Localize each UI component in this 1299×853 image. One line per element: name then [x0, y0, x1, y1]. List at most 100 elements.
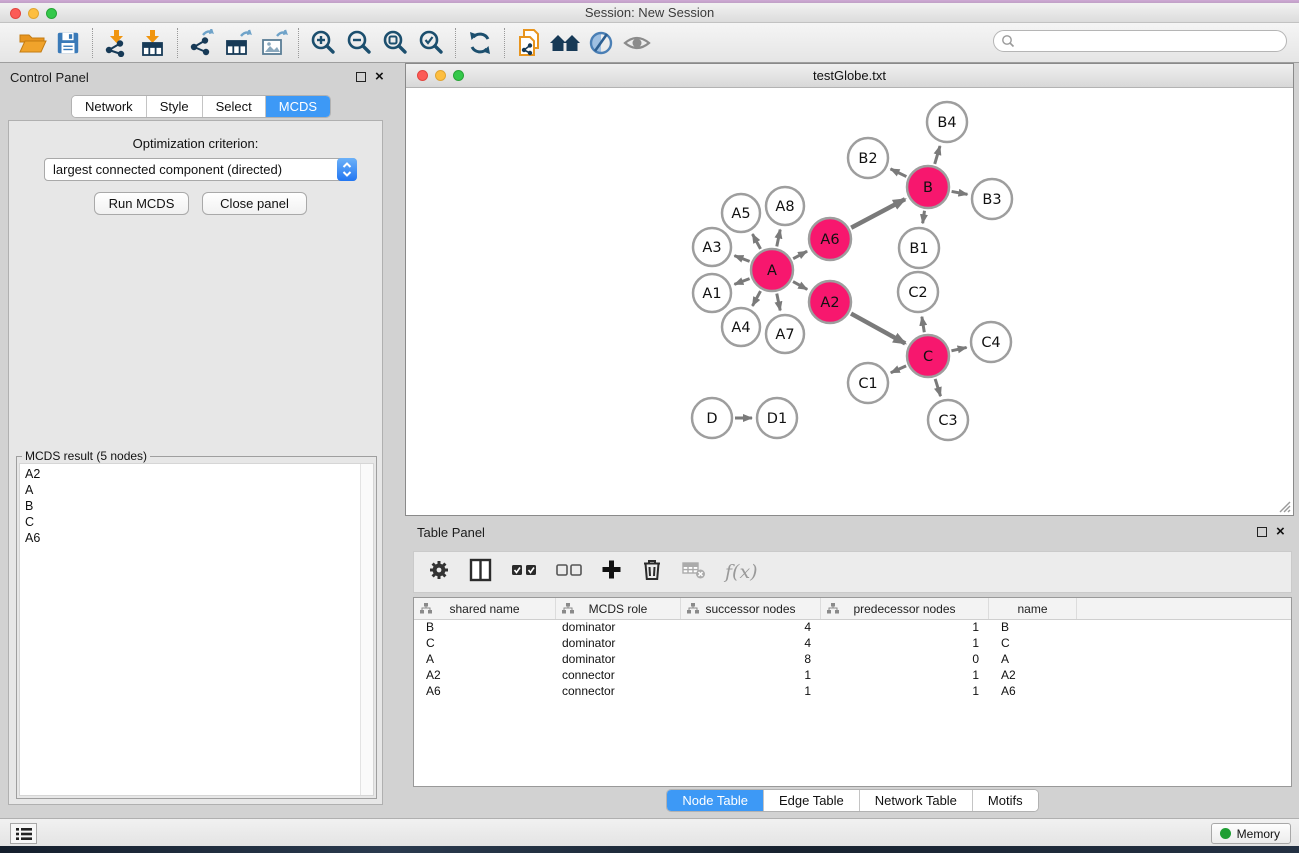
- network-maximize-button[interactable]: [453, 70, 464, 81]
- mcds-tab-content: Optimization criterion: largest connecte…: [8, 120, 383, 805]
- import-table-icon[interactable]: [135, 27, 171, 59]
- graph-edge-C-C4[interactable]: [951, 347, 966, 350]
- graph-edge-B-B2[interactable]: [891, 169, 907, 177]
- delete-table-icon[interactable]: [682, 560, 706, 585]
- graph-node-label-B: B: [923, 180, 933, 196]
- export-network-icon[interactable]: [184, 27, 220, 59]
- graph-edge-B-B4[interactable]: [935, 146, 940, 164]
- network-window-titlebar[interactable]: testGlobe.txt: [406, 64, 1293, 88]
- network-graph-canvas[interactable]: B4B2BB3A8A5A6A3B1AC2A1A2A4A7C4CC1C3DD1: [406, 88, 1293, 515]
- zoom-out-icon[interactable]: [341, 27, 377, 59]
- maximize-window-button[interactable]: [46, 8, 57, 19]
- criterion-dropdown[interactable]: largest connected component (directed): [44, 158, 357, 181]
- graph-node-label-A6: A6: [820, 232, 839, 248]
- toolbar-separator: [504, 28, 505, 58]
- graph-edge-C-C1[interactable]: [891, 366, 906, 373]
- duplicate-network-icon[interactable]: [511, 27, 547, 59]
- tab-edge-table[interactable]: Edge Table: [764, 790, 860, 811]
- table-tabs: Node Table Edge Table Network Table Moti…: [666, 789, 1038, 812]
- save-session-icon[interactable]: [50, 27, 86, 59]
- column-visibility-icon[interactable]: [469, 558, 492, 587]
- graph-node-label-A2: A2: [820, 295, 839, 311]
- network-minimize-button[interactable]: [435, 70, 446, 81]
- toggle-visibility-icon[interactable]: [583, 27, 619, 59]
- graph-edge-A-A5[interactable]: [752, 234, 760, 249]
- float-table-panel-icon[interactable]: [1257, 527, 1267, 537]
- result-item[interactable]: A: [20, 482, 359, 498]
- graph-edge-A6-B[interactable]: [851, 199, 905, 228]
- zoom-selected-icon[interactable]: [413, 27, 449, 59]
- toolbar-separator: [177, 28, 178, 58]
- home-icon[interactable]: [547, 27, 583, 59]
- result-item[interactable]: B: [20, 498, 359, 514]
- refresh-layout-icon[interactable]: [462, 27, 498, 59]
- tab-node-table[interactable]: Node Table: [667, 790, 764, 811]
- minimize-window-button[interactable]: [28, 8, 39, 19]
- graph-node-label-B3: B3: [982, 192, 1001, 208]
- column-header-mcds-role[interactable]: MCDS role: [556, 598, 681, 619]
- main-toolbar: [0, 23, 1299, 63]
- column-header-predecessor-nodes[interactable]: predecessor nodes: [821, 598, 989, 619]
- window-resize-grip[interactable]: [1277, 499, 1291, 513]
- run-mcds-button[interactable]: Run MCDS: [94, 192, 189, 215]
- close-table-panel-icon[interactable]: ×: [1276, 527, 1285, 537]
- tab-select[interactable]: Select: [203, 96, 266, 117]
- result-item[interactable]: C: [20, 514, 359, 530]
- graph-edge-A-A2[interactable]: [793, 282, 807, 290]
- deselect-all-icon[interactable]: [556, 563, 582, 581]
- table-row[interactable]: B dominator 4 1 B: [414, 620, 1291, 636]
- task-history-button[interactable]: [10, 823, 37, 844]
- table-row[interactable]: A6 connector 1 1 A6: [414, 684, 1291, 700]
- close-panel-icon[interactable]: ×: [375, 72, 384, 82]
- table-panel-title: Table Panel: [417, 525, 485, 540]
- tab-network-table[interactable]: Network Table: [860, 790, 973, 811]
- export-table-icon[interactable]: [220, 27, 256, 59]
- graph-node-label-A8: A8: [775, 199, 794, 215]
- table-row[interactable]: C dominator 4 1 C: [414, 636, 1291, 652]
- graph-edge-A-A8[interactable]: [777, 230, 780, 247]
- search-field: [993, 30, 1287, 52]
- select-all-icon[interactable]: [511, 563, 537, 581]
- tab-mcds[interactable]: MCDS: [266, 96, 330, 117]
- export-image-icon[interactable]: [256, 27, 292, 59]
- graph-edge-A-A3[interactable]: [734, 256, 749, 262]
- result-item[interactable]: A6: [20, 530, 359, 546]
- graph-edge-A-A1[interactable]: [734, 279, 749, 285]
- result-scrollbar[interactable]: [360, 464, 373, 795]
- table-row[interactable]: A dominator 8 0 A: [414, 652, 1291, 668]
- column-header-successor-nodes[interactable]: successor nodes: [681, 598, 821, 619]
- memory-status-icon: [1220, 828, 1231, 839]
- zoom-fit-icon[interactable]: [377, 27, 413, 59]
- zoom-in-icon[interactable]: [305, 27, 341, 59]
- graph-edge-B-B3[interactable]: [952, 191, 968, 194]
- open-file-icon[interactable]: [14, 27, 50, 59]
- memory-button[interactable]: Memory: [1211, 823, 1291, 844]
- graph-edge-A-A6[interactable]: [793, 251, 807, 258]
- graph-edge-A-A4[interactable]: [752, 291, 760, 306]
- network-close-button[interactable]: [417, 70, 428, 81]
- float-panel-icon[interactable]: [356, 72, 366, 82]
- add-column-icon[interactable]: [601, 559, 622, 585]
- column-header-name[interactable]: name: [989, 598, 1077, 619]
- function-builder-icon[interactable]: f(x): [725, 561, 758, 583]
- tab-motifs[interactable]: Motifs: [973, 790, 1038, 811]
- tab-network[interactable]: Network: [72, 96, 147, 117]
- graph-edge-B-B1[interactable]: [923, 211, 925, 224]
- table-row[interactable]: A2 connector 1 1 A2: [414, 668, 1291, 684]
- graph-edge-A2-C[interactable]: [851, 314, 905, 344]
- graph-edge-A-A7[interactable]: [777, 294, 780, 311]
- settings-gear-icon[interactable]: [428, 559, 450, 586]
- graph-edge-C-C3[interactable]: [935, 379, 940, 396]
- column-header-shared-name[interactable]: shared name: [414, 598, 556, 619]
- result-item[interactable]: A2: [20, 466, 359, 482]
- close-panel-button[interactable]: Close panel: [202, 192, 307, 215]
- delete-column-icon[interactable]: [641, 558, 663, 586]
- import-network-icon[interactable]: [99, 27, 135, 59]
- search-input[interactable]: [1019, 34, 1286, 48]
- criterion-label: Optimization criterion:: [9, 136, 382, 151]
- close-window-button[interactable]: [10, 8, 21, 19]
- graph-edge-C-C2[interactable]: [922, 317, 924, 333]
- graph-node-label-D: D: [706, 411, 717, 427]
- tab-style[interactable]: Style: [147, 96, 203, 117]
- eye-icon[interactable]: [619, 27, 655, 59]
